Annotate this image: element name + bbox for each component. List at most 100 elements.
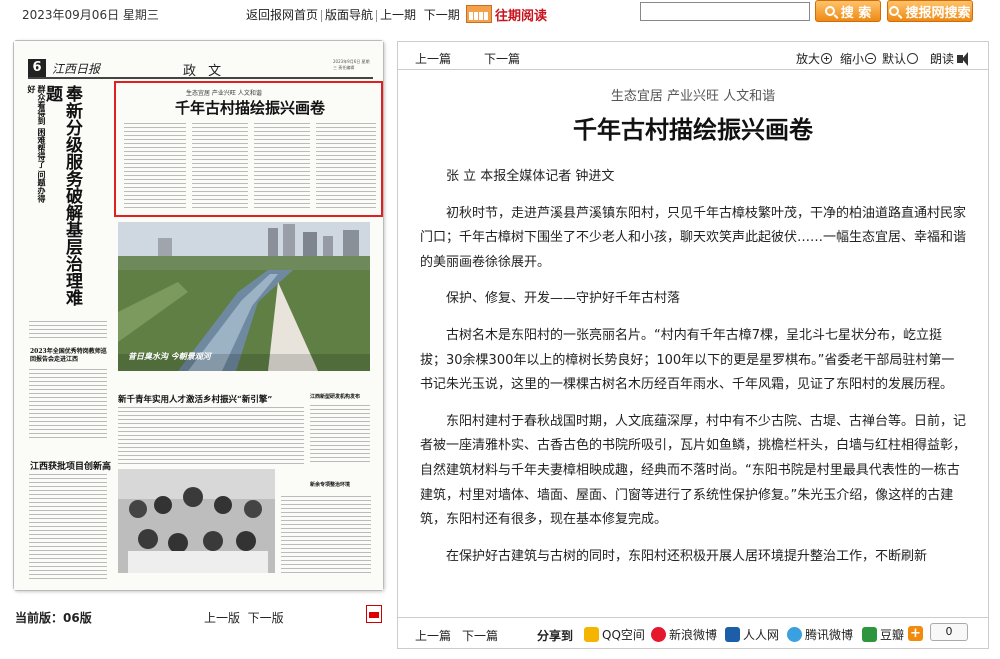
minus-icon: [865, 53, 877, 64]
river-photo-image: [118, 222, 370, 371]
page-meta: 2023年9月6日 星期三 责任编辑: [333, 59, 370, 70]
headline-teachers[interactable]: 2023年全国优秀特岗教师巡回报告会走进江西: [30, 348, 110, 364]
share-qzone-label: QQ空间: [602, 628, 645, 642]
headline-youth-talent[interactable]: 新千青年实用人才激活乡村振兴“新引擎”: [118, 393, 272, 405]
next-article-link[interactable]: 下一篇: [484, 50, 520, 67]
home-link[interactable]: 返回报网首页: [246, 8, 318, 22]
article-kicker-thumb: 生态宜居 产业兴旺 人文和谐: [186, 90, 262, 97]
top-nav: 返回报网首页 版面导航 上一期 下一期: [246, 6, 460, 23]
next-issue-link[interactable]: 下一期: [424, 8, 460, 22]
text-block: [29, 474, 107, 579]
text-block: [281, 496, 371, 576]
article-panel: 上一篇 下一篇 放大 缩小 默认 朗读 生态宜居 产业兴旺 人文和谐 千年古村描…: [397, 41, 989, 649]
share-label: 分享到: [537, 629, 574, 643]
article-title-thumb: 千年古村描绘振兴画卷: [175, 99, 326, 117]
read-label: 朗读: [930, 52, 955, 66]
newspaper-page[interactable]: 6 江西日报 政 文 2023年9月6日 星期三 责任编辑 群众看得到 困难帮得…: [14, 41, 383, 590]
top-bar: 2023年09月06日 星期三 返回报网首页 版面导航 上一期 下一期 往期阅读 搜…: [0, 0, 1000, 28]
river-photo[interactable]: [118, 222, 370, 371]
text-block: [310, 405, 370, 465]
renren-icon: [725, 627, 740, 642]
page-number: 6: [28, 59, 46, 77]
search-input[interactable]: [640, 2, 810, 21]
text-block: [29, 321, 107, 341]
share-tencent-label: 腾讯微博: [805, 628, 854, 642]
text-block: [29, 369, 107, 439]
selected-article-area[interactable]: 生态宜居 产业兴旺 人文和谐 千年古村描绘振兴画卷: [114, 81, 383, 217]
qzone-icon: [584, 627, 599, 642]
article-paragraph: 东阳村建村于春秋战国时期，人文底蕴深厚，村中有不少古院、古堤、古禅台等。日前，记…: [420, 413, 967, 528]
text-block: [192, 123, 248, 209]
share-count: 0: [930, 623, 968, 641]
default-size-button[interactable]: 默认: [882, 50, 919, 67]
next-page-link[interactable]: 下一版: [248, 611, 284, 625]
text-block: [118, 407, 304, 465]
share-douban[interactable]: 豆瓣: [862, 626, 904, 643]
share-tencent-weibo[interactable]: 腾讯微博: [787, 626, 853, 643]
share-weibo[interactable]: 新浪微博: [651, 626, 717, 643]
share-more[interactable]: +: [908, 626, 926, 641]
site-search-button[interactable]: 搜报网搜索: [887, 0, 973, 22]
weibo-icon: [651, 627, 666, 642]
article-toolbar: 上一篇 下一篇 放大 缩小 默认 朗读: [398, 42, 988, 70]
issue-date: 2023年09月06日 星期三: [22, 8, 159, 22]
page-nav-link[interactable]: 版面导航: [325, 8, 373, 22]
article-paragraph: 古树名木是东阳村的一张亮丽名片。“村内有千年古樟7棵，呈北斗七星状分布，屹立挺拔…: [420, 327, 955, 393]
zoom-out-button[interactable]: 缩小: [840, 50, 877, 67]
nav-divider: [376, 9, 378, 22]
page-pager: 上一版 下一版: [204, 609, 284, 626]
site-search-label: 搜报网搜索: [905, 5, 971, 21]
article-title: 千年古村描绘振兴画卷: [573, 116, 813, 144]
prev-issue-link[interactable]: 上一期: [380, 8, 416, 22]
pdf-icon[interactable]: [366, 605, 382, 623]
search-button-label: 搜 索: [840, 5, 872, 21]
plus-icon: +: [908, 626, 923, 641]
text-block: [254, 123, 310, 209]
share-douban-label: 豆瓣: [880, 628, 905, 642]
zoom-in-label: 放大: [796, 52, 821, 66]
share-weibo-label: 新浪微博: [669, 628, 718, 642]
page-section: 政 文: [183, 64, 226, 79]
article-footer: 上一篇 下一篇 分享到 QQ空间 新浪微博 人人网 腾讯微博 豆瓣 + 0: [398, 617, 988, 648]
zoom-out-label: 缩小: [840, 52, 865, 66]
prev-page-link[interactable]: 上一版: [204, 611, 240, 625]
search-icon: [889, 6, 900, 16]
zoom-in-button[interactable]: 放大: [796, 50, 833, 67]
article-paragraph: 初秋时节，走进芦溪县芦溪镇东阳村，只见千年古樟枝繁叶茂，干净的柏油道路直通村民家…: [420, 205, 967, 270]
read-aloud-button[interactable]: 朗读: [930, 50, 969, 67]
side-headline-1[interactable]: 江西新型研发机构发布: [310, 393, 368, 400]
calendar-icon: [466, 5, 492, 23]
article-byline: 张 立 本报全媒体记者 钟进文: [446, 169, 615, 184]
students-photo[interactable]: [118, 469, 275, 573]
search-button[interactable]: 搜 索: [815, 0, 881, 22]
side-headline-2[interactable]: 新余专项整治环境: [310, 481, 368, 488]
archive-link[interactable]: 往期阅读: [466, 3, 547, 25]
photo-caption: 昔日臭水沟 今朝景观河: [128, 352, 211, 361]
prev-article-link[interactable]: 上一篇: [415, 50, 451, 67]
article-content: 生态宜居 产业兴旺 人文和谐 千年古村描绘振兴画卷 张 立 本报全媒体记者 钟进…: [398, 71, 988, 601]
article-paragraph: 在保护好古建筑与古树的同时，东阳村还积极开展人居环境提升整治工作，不断刷新: [446, 548, 928, 564]
headline-projects[interactable]: 江西获批项目创新高: [30, 459, 111, 472]
default-label: 默认: [882, 52, 907, 66]
nav-divider: [321, 9, 323, 22]
footer-next-article-link[interactable]: 下一篇: [462, 627, 498, 644]
speaker-icon: [957, 51, 969, 66]
plus-icon: [821, 53, 833, 64]
share-renren[interactable]: 人人网: [725, 626, 779, 643]
circle-icon: [907, 53, 919, 64]
article-kicker: 生态宜居 产业兴旺 人文和谐: [610, 89, 776, 104]
page-header: 6 江西日报 政 文 2023年9月6日 星期三 责任编辑: [28, 57, 373, 79]
search-icon: [824, 6, 835, 16]
text-block: [124, 123, 186, 209]
paper-name: 江西日报: [52, 62, 101, 76]
douban-icon: [862, 627, 877, 642]
footer-prev-article-link[interactable]: 上一篇: [415, 627, 451, 644]
share-qzone[interactable]: QQ空间: [584, 626, 645, 643]
article-subheading: 保护、修复、开发——守护好千年古村落: [446, 291, 681, 307]
left-headline[interactable]: 奉新分级服务破解基层治理难题: [42, 85, 82, 317]
text-block: [316, 123, 376, 209]
share-renren-label: 人人网: [743, 628, 780, 642]
tencent-weibo-icon: [787, 627, 802, 642]
archive-label: 往期阅读: [495, 8, 548, 24]
students-photo-image: [118, 469, 275, 573]
